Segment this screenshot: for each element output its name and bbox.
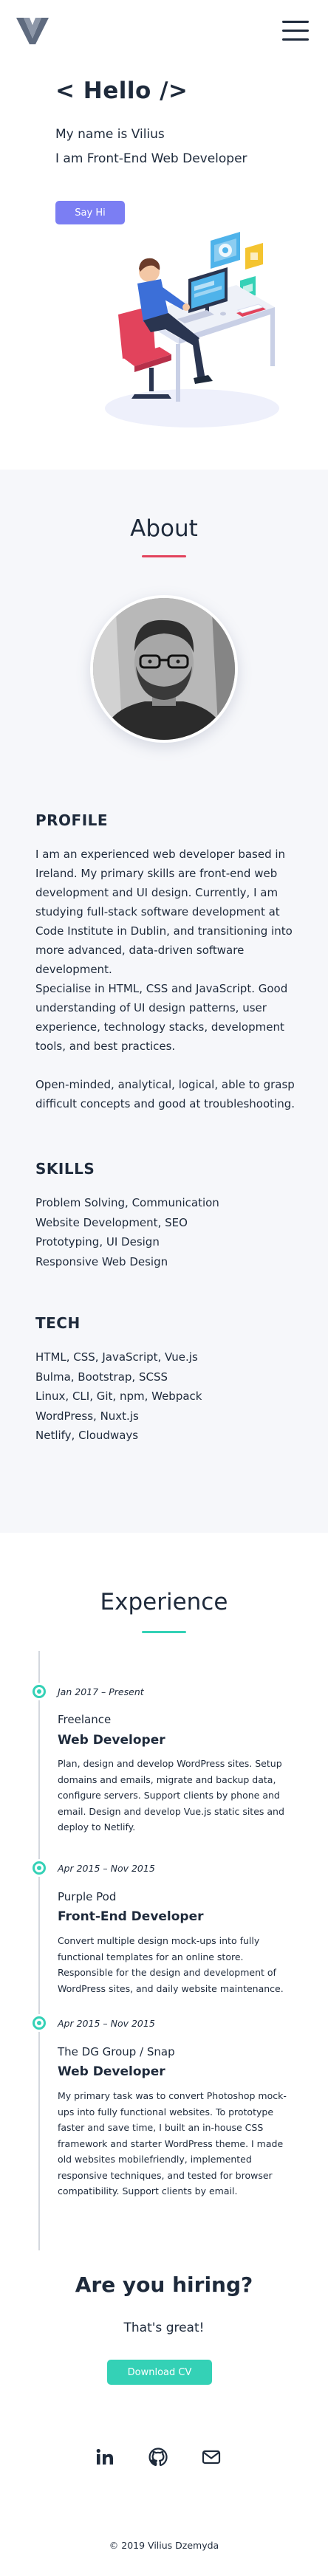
about-title: About — [130, 515, 198, 542]
hamburger-menu-icon[interactable] — [282, 21, 309, 41]
linkedin-icon[interactable] — [95, 2447, 115, 2467]
profile-paragraph: I am an experienced web developer based … — [35, 848, 293, 976]
profile-photo — [90, 595, 238, 743]
experience-title-underline — [142, 1631, 186, 1633]
github-icon[interactable] — [148, 2447, 168, 2467]
job-role: Web Developer — [58, 2064, 165, 2079]
tech-heading: TECH — [35, 1314, 81, 1332]
skills-list: Problem Solving, Communication Website D… — [35, 1193, 219, 1271]
job-date: Apr 2015 – Nov 2015 — [58, 1863, 155, 1874]
list-item: WordPress, Nuxt.js — [35, 1409, 139, 1423]
timeline-dot — [33, 1685, 46, 1698]
list-item: HTML, CSS, JavaScript, Vue.js — [35, 1350, 198, 1364]
job-company: The DG Group / Snap — [58, 2045, 175, 2058]
list-item: Linux, CLI, Git, npm, Webpack — [35, 1390, 202, 1403]
job-role: Front-End Developer — [58, 1909, 204, 1924]
list-item: Netlify, Cloudways — [35, 1429, 139, 1442]
list-item: Responsive Web Design — [35, 1254, 168, 1268]
hero-heading: < Hello /> — [55, 78, 188, 104]
say-hi-button[interactable]: Say Hi — [55, 201, 125, 224]
v-logo-icon[interactable] — [15, 16, 50, 46]
skills-heading: SKILLS — [35, 1160, 95, 1178]
about-section: About PROFILE I am an experienced web de… — [0, 470, 328, 1533]
hero-section: < Hello /> My name is Vilius I am Front-… — [0, 0, 328, 470]
job-date: Jan 2017 – Present — [58, 1686, 144, 1697]
job-date: Apr 2015 – Nov 2015 — [58, 2018, 155, 2029]
profile-heading: PROFILE — [35, 811, 109, 829]
copyright: © 2019 Vilius Dzemyda — [109, 2540, 219, 2551]
job-description: Convert multiple design mock-ups into fu… — [58, 1935, 284, 1994]
list-item: Problem Solving, Communication — [35, 1196, 219, 1209]
list-item: Prototyping, UI Design — [35, 1235, 160, 1248]
job-description: Plan, design and develop WordPress sites… — [58, 1758, 284, 1833]
timeline-line — [38, 1651, 40, 2250]
experience-title: Experience — [100, 1589, 228, 1615]
hiring-text: That's great! — [123, 2321, 205, 2335]
job-description: My primary task was to convert Photoshop… — [58, 2090, 287, 2197]
hero-role-line: I am Front-End Web Developer — [55, 151, 247, 166]
experience-section: Experience Jan 2017 – Present Freelance … — [0, 1533, 328, 2576]
download-cv-button[interactable]: Download CV — [107, 2360, 212, 2385]
hiring-heading: Are you hiring? — [75, 2273, 253, 2297]
email-icon[interactable] — [201, 2447, 222, 2467]
job-company: Purple Pod — [58, 1890, 117, 1903]
profile-paragraph: Open-minded, analytical, logical, able t… — [35, 1078, 295, 1110]
list-item: Bulma, Bootstrap, SCSS — [35, 1370, 168, 1384]
tech-list: HTML, CSS, JavaScript, Vue.js Bulma, Boo… — [35, 1347, 202, 1446]
job-company: Freelance — [58, 1713, 112, 1726]
about-title-underline — [142, 555, 186, 557]
timeline-dot — [33, 1861, 46, 1875]
developer-at-desk-illustration — [89, 227, 288, 430]
job-role: Web Developer — [58, 1733, 165, 1748]
hero-name-line: My name is Vilius — [55, 127, 165, 142]
timeline-dot — [33, 2016, 46, 2030]
list-item: Website Development, SEO — [35, 1215, 188, 1229]
profile-paragraph: Specialise in HTML, CSS and JavaScript. … — [35, 982, 288, 1053]
